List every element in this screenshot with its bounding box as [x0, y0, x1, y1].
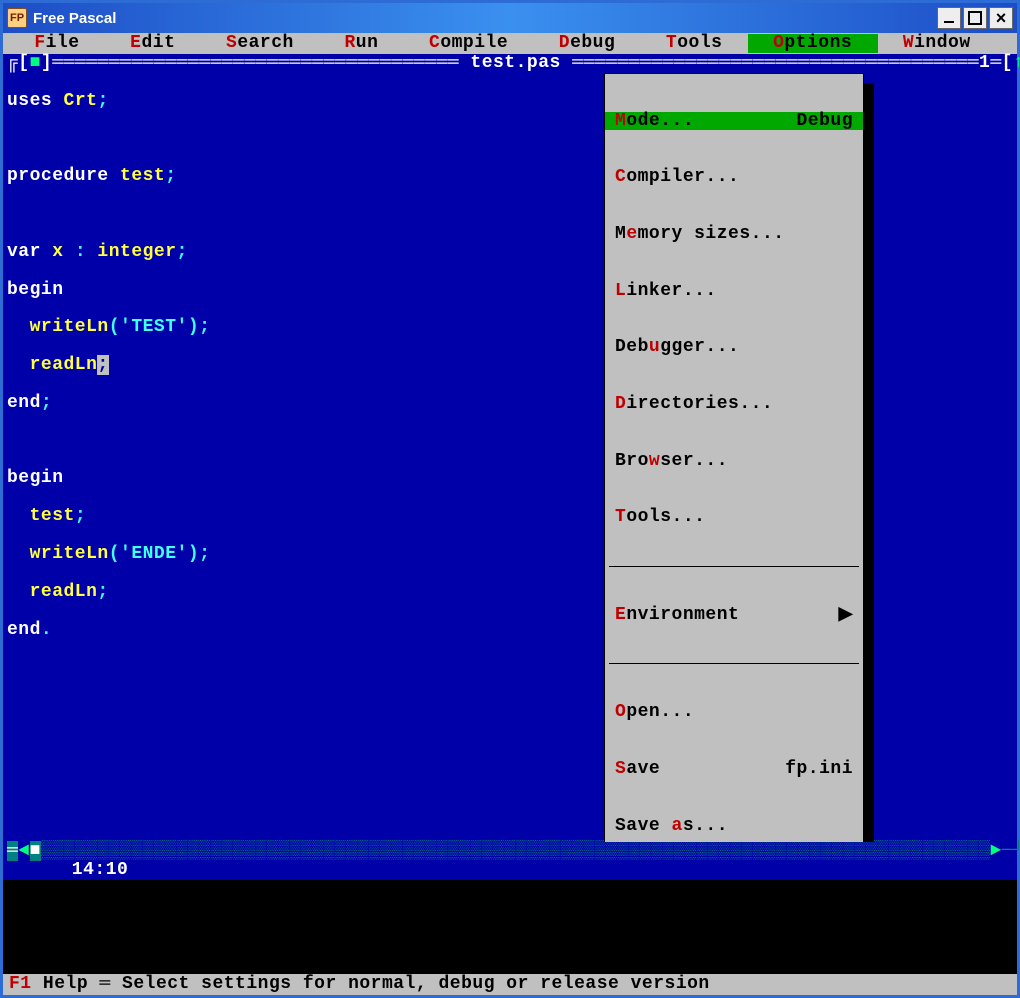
code-editor[interactable]: uses Crt; procedure test; var x : intege…: [3, 73, 1017, 843]
title-bar: FP Free Pascal ×: [3, 3, 1017, 33]
menu-run[interactable]: Run: [319, 34, 404, 53]
app-icon: FP: [7, 8, 27, 28]
menu-edit[interactable]: Edit: [105, 34, 201, 53]
dd-memory-sizes[interactable]: Memory sizes...: [605, 225, 863, 244]
editor-status-line: 14:10: [3, 861, 1017, 880]
dd-linker[interactable]: Linker...: [605, 282, 863, 301]
menu-options[interactable]: Options: [748, 34, 878, 53]
dd-separator: [609, 566, 859, 567]
dos-area: File Edit Search Run Compile Debug Tools…: [3, 33, 1017, 995]
minimize-button[interactable]: [937, 7, 961, 29]
menu-window[interactable]: Window: [878, 34, 996, 53]
editor-titlebar: ╔[■]════════════════════════════════════…: [3, 54, 1017, 73]
window-title: Free Pascal: [33, 10, 935, 27]
dd-mode[interactable]: Mode...Debug: [605, 112, 863, 131]
editor-window: ╔[■]════════════════════════════════════…: [3, 54, 1017, 880]
help-line: F1 Help ═ Select settings for normal, de…: [3, 974, 1017, 995]
menu-help[interactable]: Help: [996, 34, 1020, 53]
dd-browser[interactable]: Browser...: [605, 452, 863, 471]
dd-debugger[interactable]: Debugger...: [605, 338, 863, 357]
dd-open[interactable]: Open...: [605, 703, 863, 722]
dd-directories[interactable]: Directories...: [605, 395, 863, 414]
dd-tools[interactable]: Tools...: [605, 508, 863, 527]
dd-environment[interactable]: Environment▶: [605, 606, 863, 625]
dd-save-as[interactable]: Save as...: [605, 817, 863, 836]
close-button[interactable]: ×: [989, 7, 1013, 29]
editor-filename: test.pas: [470, 53, 560, 73]
text-cursor: ;: [97, 355, 108, 375]
app-window: FP Free Pascal × File Edit Search Run Co…: [0, 0, 1020, 998]
menu-search[interactable]: Search: [201, 34, 319, 53]
menu-compile[interactable]: Compile: [404, 34, 534, 53]
dd-separator: [609, 663, 859, 664]
cursor-position: 14:10: [72, 860, 129, 880]
submenu-arrow-icon: ▶: [839, 606, 853, 625]
options-dropdown: Mode...Debug Compiler... Memory sizes...…: [604, 73, 864, 843]
menu-tools[interactable]: Tools: [641, 34, 748, 53]
maximize-button[interactable]: [963, 7, 987, 29]
help-key: F1: [9, 974, 32, 994]
output-area: [3, 880, 1017, 974]
menu-bar: File Edit Search Run Compile Debug Tools…: [3, 33, 1017, 54]
horizontal-scrollbar[interactable]: ═◄■▒▒▒▒▒▒▒▒▒▒▒▒▒▒▒▒▒▒▒▒▒▒▒▒▒▒▒▒▒▒▒▒▒▒▒▒▒…: [3, 842, 1017, 861]
dd-save[interactable]: Savefp.ini: [605, 760, 863, 779]
menu-file[interactable]: File: [9, 34, 105, 53]
dd-compiler[interactable]: Compiler...: [605, 168, 863, 187]
menu-debug[interactable]: Debug: [533, 34, 640, 53]
